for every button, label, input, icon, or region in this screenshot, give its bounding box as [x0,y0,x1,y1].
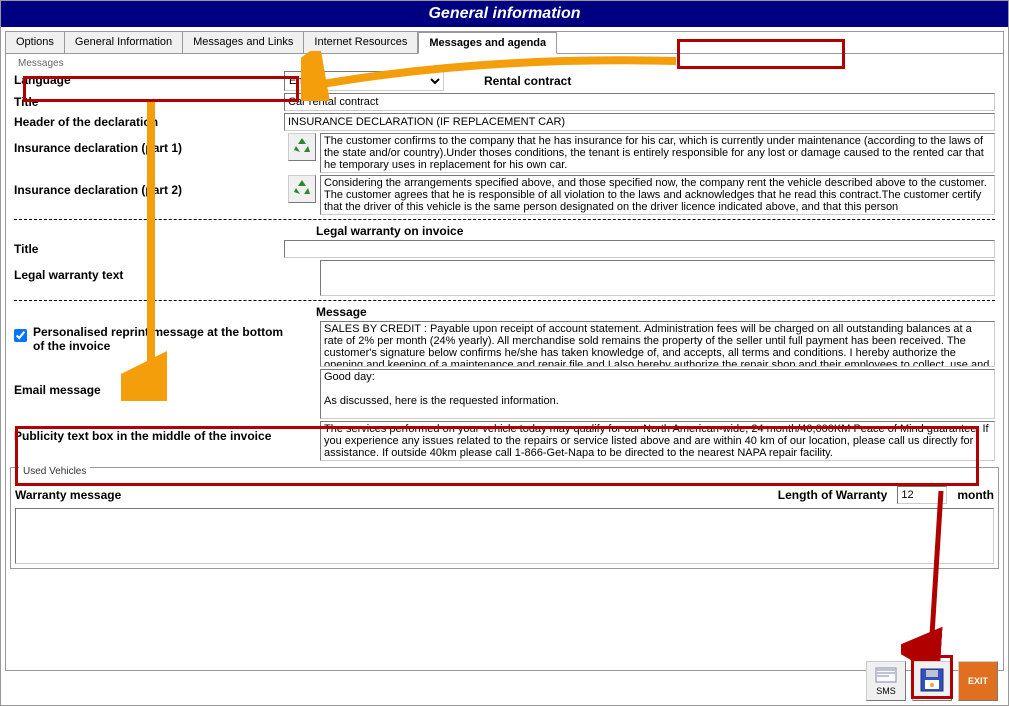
tab-internet-resources[interactable]: Internet Resources [304,32,418,53]
tab-messages-agenda[interactable]: Messages and agenda [418,32,557,54]
email-message-textarea[interactable] [320,369,995,419]
legal-text-textarea[interactable] [320,260,995,296]
recycle-button-1[interactable] [288,133,316,161]
used-vehicles-legend: Used Vehicles [19,466,90,477]
window-title: General information [1,1,1008,27]
title-input[interactable] [284,93,995,111]
tab-bar: Options General Information Messages and… [6,32,1003,54]
insurance-decl1-textarea[interactable] [320,133,995,173]
header-declaration-input[interactable] [284,113,995,131]
recycle-button-2[interactable] [288,175,316,203]
personalised-checkbox[interactable] [14,329,27,342]
section-divider [14,219,995,220]
title-label: Title [14,93,284,109]
message-section-header: Message [316,305,995,319]
bottom-toolbar: SMS EXIT [866,661,998,701]
language-label: Language [14,71,284,87]
length-of-warranty-label: Length of Warranty [778,488,888,502]
publicity-label: Publicity text box in the middle of the … [14,421,284,443]
legal-title-label: Title [14,240,284,256]
tab-general-information[interactable]: General Information [65,32,183,53]
tab-options[interactable]: Options [6,32,65,53]
header-declaration-label: Header of the declaration [14,113,284,129]
warranty-message-textarea[interactable] [15,508,994,564]
warranty-message-label: Warranty message [15,488,768,502]
publicity-textarea[interactable] [320,421,995,461]
sms-button[interactable]: SMS [866,661,906,701]
rental-contract-header: Rental contract [484,74,571,88]
floppy-disk-icon [918,666,946,697]
warranty-length-unit: month [957,488,994,502]
warranty-length-input[interactable] [897,486,947,504]
personalised-label: Personalised reprint message at the bott… [33,325,284,353]
tab-messages-links[interactable]: Messages and Links [183,32,304,53]
exit-icon: EXIT [968,676,988,686]
legal-title-input[interactable] [284,240,995,258]
insurance-decl2-textarea[interactable] [320,175,995,215]
recycle-icon [292,178,312,201]
language-select[interactable]: English [284,71,444,91]
personalised-textarea[interactable] [320,321,995,367]
email-message-label: Email message [14,369,284,397]
legal-warranty-header: Legal warranty on invoice [316,224,995,238]
insurance-decl2-label: Insurance declaration (part 2) [14,175,284,197]
save-button[interactable] [912,661,952,701]
exit-button[interactable]: EXIT [958,661,998,701]
recycle-icon [292,136,312,159]
insurance-decl1-label: Insurance declaration (part 1) [14,133,284,155]
section-divider [14,300,995,301]
used-vehicles-fieldset: Used Vehicles Warranty message Length of… [10,467,999,569]
sms-icon: SMS [874,666,898,696]
messages-fieldset-legend: Messages [18,58,995,69]
legal-text-label: Legal warranty text [14,260,284,282]
